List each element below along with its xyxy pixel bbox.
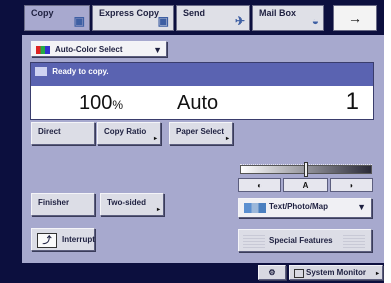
paper-select-label: Paper Select [176,127,225,136]
send-icon: ✈ [234,14,245,28]
counter-icon: ⚙ [268,268,276,277]
tab-send[interactable]: Send ✈ [176,5,250,31]
interrupt-icon: ⤴ [37,233,57,248]
status-bar: Ready to copy. [31,63,373,86]
original-type-label: Text/Photo/Map [269,202,328,211]
paper-size-display: Auto [177,92,219,114]
special-features-button[interactable]: Special Features [238,229,372,252]
finisher-label: Finisher [38,198,70,207]
finisher-button[interactable]: Finisher [31,193,95,216]
original-type-icon [244,203,266,213]
tab-send-label: Send [183,8,206,18]
copy-icon: ▣ [73,14,85,28]
tab-mail-box-label: Mail Box [259,8,297,18]
density-auto-button[interactable]: A [283,178,328,192]
status-message: Ready to copy. [52,67,109,76]
tab-copy-label: Copy [31,8,54,18]
two-sided-label: Two-sided [107,198,146,207]
direct-button[interactable]: Direct [31,122,95,145]
two-sided-button[interactable]: Two-sided ▸ [100,193,164,216]
copy-count-display: 1 [345,88,359,115]
density-light-button[interactable]: ◐ [238,178,281,192]
mailbox-icon: ◒ [311,14,319,28]
density-dark-button[interactable]: ◗ [330,178,373,192]
paper-select-button[interactable]: Paper Select ▸ [169,122,233,145]
copier-screen: Copy ▣ Express Copy ▣ Send ✈ Mail Box ◒ … [0,0,391,283]
color-select-label: Auto-Color Select [54,45,123,54]
chevron-down-icon: ▼ [153,45,162,55]
submenu-arrow-icon: ▸ [153,136,157,142]
interrupt-label: Interrupt [62,235,95,244]
printer-icon [35,67,47,77]
next-tab-button[interactable]: → [333,5,377,31]
density-slider[interactable] [240,157,374,177]
tab-copy[interactable]: Copy ▣ [24,5,90,31]
dark-icon: ◗ [349,181,354,190]
ratio-value: 100 [79,92,113,114]
color-icon [36,45,50,54]
submenu-arrow-icon: ▸ [375,271,379,277]
counter-check-button[interactable]: ⚙ [258,265,286,280]
submenu-arrow-icon: ▸ [225,136,229,142]
special-features-label: Special Features [269,236,333,245]
system-monitor-label: System Monitor [306,268,367,277]
right-arrow-icon: → [348,10,362,26]
original-type-dropdown[interactable]: Text/Photo/Map ▼ [238,198,372,218]
light-icon: ◐ [257,181,262,190]
density-thumb[interactable] [304,162,308,177]
submenu-arrow-icon: ▸ [156,207,160,213]
tab-mail-box[interactable]: Mail Box ◒ [252,5,324,31]
density-auto-label: A [302,181,309,190]
texture-icon [243,233,265,248]
color-select-dropdown[interactable]: Auto-Color Select ▼ [31,41,167,57]
express-copy-icon: ▣ [157,14,169,28]
tab-express-copy-label: Express Copy [99,8,160,18]
chevron-down-icon: ▼ [357,202,366,212]
copy-ratio-display: 100% [79,92,123,115]
tab-express-copy[interactable]: Express Copy ▣ [92,5,174,31]
system-monitor-button[interactable]: System Monitor ▸ [289,265,383,280]
copy-ratio-button[interactable]: Copy Ratio ▸ [97,122,161,145]
copy-ratio-label: Copy Ratio [104,127,147,136]
interrupt-button[interactable]: ⤴ Interrupt [31,228,95,251]
texture-icon [343,233,365,248]
monitor-icon [294,269,304,278]
ratio-unit: % [112,98,124,112]
status-display: Ready to copy. 100% Auto 1 [30,62,374,120]
direct-label: Direct [38,127,61,136]
